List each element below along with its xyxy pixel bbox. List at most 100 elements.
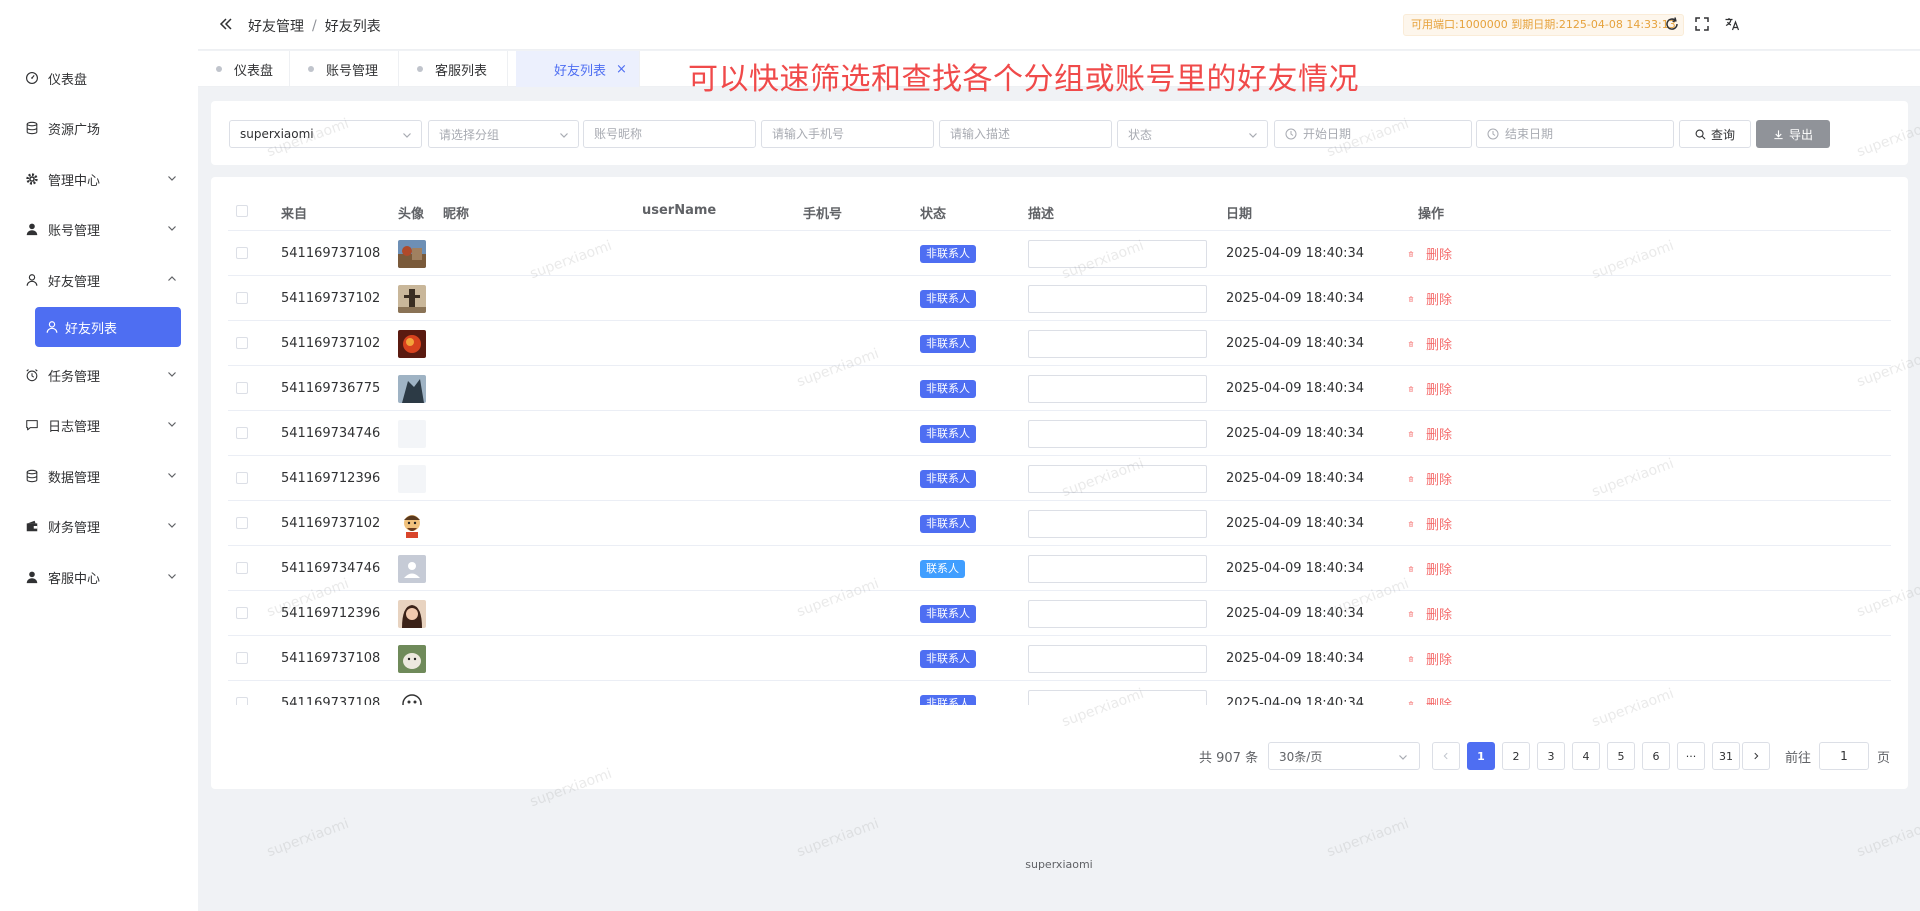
delete-button-label: 删除 <box>1426 608 1453 623</box>
delete-button[interactable]: 删除 <box>1408 514 1452 533</box>
delete-button-label: 删除 <box>1426 293 1453 308</box>
cell-date: 2025-04-09 18:40:34 <box>1226 426 1365 441</box>
nickname-field[interactable] <box>583 120 756 148</box>
cell-actions: 删除 <box>1408 681 1452 705</box>
description-edit-input[interactable] <box>1028 374 1207 403</box>
next-page-button[interactable] <box>1742 742 1770 770</box>
sidebar-item-task-management[interactable]: 任务管理 <box>0 350 198 400</box>
delete-button[interactable]: 删除 <box>1408 244 1452 263</box>
delete-button[interactable]: 删除 <box>1408 604 1452 623</box>
sidebar-item-resource-square[interactable]: 资源广场 <box>0 103 198 153</box>
row-checkbox[interactable] <box>236 607 248 619</box>
sidebar-item-dashboard[interactable]: 仪表盘 <box>0 53 198 103</box>
delete-button[interactable]: 删除 <box>1408 694 1452 705</box>
end-date-field[interactable] <box>1476 120 1674 148</box>
breadcrumb-separator: / <box>312 18 317 34</box>
row-checkbox[interactable] <box>236 517 248 529</box>
delete-button[interactable]: 删除 <box>1408 289 1452 308</box>
delete-button[interactable]: 删除 <box>1408 559 1452 578</box>
delete-button[interactable]: 删除 <box>1408 469 1452 488</box>
table-row: 541169737108 非联系人 2025-04-09 18:40:34 删除 <box>228 636 1891 681</box>
row-checkbox[interactable] <box>236 472 248 484</box>
description-edit-input[interactable] <box>1028 689 1207 705</box>
page-button[interactable]: 3 <box>1537 742 1565 770</box>
group-select[interactable]: 请选择分组 <box>428 120 579 148</box>
cell-date: 2025-04-09 18:40:34 <box>1226 471 1365 486</box>
cell-avatar <box>398 411 426 456</box>
tab-dashboard[interactable]: 仪表盘 <box>198 51 290 87</box>
query-button[interactable]: 查询 <box>1679 120 1751 148</box>
page-button[interactable]: 1 <box>1467 742 1495 770</box>
row-checkbox[interactable] <box>236 562 248 574</box>
description-edit-input[interactable] <box>1028 644 1207 673</box>
refresh-icon[interactable] <box>1664 16 1680 32</box>
delete-button[interactable]: 删除 <box>1408 334 1452 353</box>
description-edit-input[interactable] <box>1028 509 1207 538</box>
sidebar-subitem-friend-list[interactable]: 好友列表 <box>35 307 181 347</box>
description-input[interactable] <box>950 127 1111 141</box>
nickname-input[interactable] <box>594 127 755 141</box>
collapse-sidebar-icon[interactable] <box>218 16 234 32</box>
tab-friend-list[interactable]: 好友列表 × <box>516 51 640 87</box>
description-edit-input[interactable] <box>1028 284 1207 313</box>
friend-table-card: 来自 头像 昵称 userName 手机号 状态 描述 日期 操作 541169… <box>211 177 1908 789</box>
description-edit-input[interactable] <box>1028 554 1207 583</box>
delete-button[interactable]: 删除 <box>1408 649 1452 668</box>
export-button[interactable]: 导出 <box>1756 120 1830 148</box>
sidebar-item-friend-management[interactable]: 好友管理 <box>0 255 198 305</box>
tab-account-management[interactable]: 账号管理 <box>290 51 399 87</box>
page-button[interactable]: 31 <box>1712 742 1740 770</box>
close-icon[interactable]: × <box>616 62 627 77</box>
row-checkbox[interactable] <box>236 382 248 394</box>
row-checkbox[interactable] <box>236 337 248 349</box>
column-nickname: 昵称 <box>443 207 470 222</box>
row-checkbox[interactable] <box>236 652 248 664</box>
cell-from: 541169736775 <box>281 381 381 396</box>
description-edit-input[interactable] <box>1028 599 1207 628</box>
status-select[interactable]: 状态 <box>1117 120 1268 148</box>
description-edit-input[interactable] <box>1028 239 1207 268</box>
user-icon <box>24 569 40 585</box>
row-checkbox[interactable] <box>236 697 248 705</box>
page-button[interactable]: 4 <box>1572 742 1600 770</box>
start-date-input[interactable] <box>1303 127 1471 141</box>
page-button[interactable]: 2 <box>1502 742 1530 770</box>
delete-button[interactable]: 删除 <box>1408 379 1452 398</box>
sidebar-item-service-center[interactable]: 客服中心 <box>0 552 198 602</box>
sidebar-item-finance-management[interactable]: 财务管理 <box>0 501 198 551</box>
row-checkbox[interactable] <box>236 247 248 259</box>
sidebar-item-data-management[interactable]: 数据管理 <box>0 451 198 501</box>
page-button[interactable]: 6 <box>1642 742 1670 770</box>
end-date-input[interactable] <box>1505 127 1673 141</box>
translate-icon[interactable] <box>1724 16 1740 32</box>
start-date-field[interactable] <box>1274 120 1472 148</box>
prev-page-button[interactable] <box>1432 742 1460 770</box>
page-size-select[interactable]: 30条/页 <box>1268 742 1420 770</box>
tab-service-list[interactable]: 客服列表 <box>399 51 508 87</box>
sidebar-item-management-center[interactable]: 管理中心 <box>0 154 198 204</box>
row-checkbox[interactable] <box>236 427 248 439</box>
sidebar-item-log-management[interactable]: 日志管理 <box>0 400 198 450</box>
account-select[interactable]: superxiaomi <box>229 120 422 148</box>
table-row: 541169737102 非联系人 2025-04-09 18:40:34 删除 <box>228 321 1891 366</box>
trash-icon <box>1408 473 1420 485</box>
description-field[interactable] <box>939 120 1112 148</box>
column-avatar: 头像 <box>398 207 425 222</box>
sidebar-item-account-management[interactable]: 账号管理 <box>0 204 198 254</box>
table-row: 541169712396 非联系人 2025-04-09 18:40:34 删除 <box>228 591 1891 636</box>
phone-field[interactable] <box>761 120 934 148</box>
description-edit-input[interactable] <box>1028 329 1207 358</box>
breadcrumb-parent[interactable]: 好友管理 <box>248 16 304 36</box>
page-ellipsis[interactable]: ··· <box>1677 742 1705 770</box>
fullscreen-icon[interactable] <box>1694 16 1710 32</box>
cell-avatar <box>398 231 426 276</box>
description-edit-input[interactable] <box>1028 464 1207 493</box>
delete-button[interactable]: 删除 <box>1408 424 1452 443</box>
description-edit-input[interactable] <box>1028 419 1207 448</box>
alarm-clock-icon <box>24 367 40 383</box>
row-checkbox[interactable] <box>236 292 248 304</box>
goto-page-input[interactable] <box>1819 742 1869 770</box>
phone-input[interactable] <box>772 127 933 141</box>
select-all-checkbox[interactable] <box>236 205 248 217</box>
page-button[interactable]: 5 <box>1607 742 1635 770</box>
